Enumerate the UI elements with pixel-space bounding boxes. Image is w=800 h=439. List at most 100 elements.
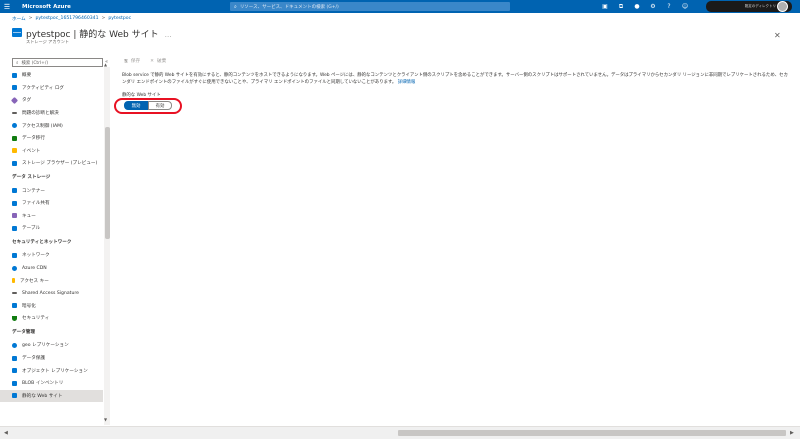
sidebar-item-geo-replication[interactable]: geo レプリケーション — [0, 339, 103, 352]
sidebar-item-static-website[interactable]: 静的な Web サイト — [0, 389, 103, 403]
sidebar-scrollbar-thumb[interactable] — [105, 127, 110, 239]
cdn-icon — [12, 265, 17, 271]
menu-icon[interactable]: ☰ — [0, 3, 14, 11]
sidebar-item-activity-log[interactable]: アクティビティ ログ — [0, 82, 103, 95]
breadcrumb-resource-group[interactable]: pytestpoc_1651796460341 — [36, 16, 99, 22]
search-placeholder: リソース、サービス、ドキュメントの検索 (G+/) — [239, 4, 339, 10]
scroll-right-icon[interactable]: ▶ — [790, 430, 794, 436]
close-icon[interactable]: ✕ — [774, 31, 781, 40]
wrench-icon — [12, 112, 17, 115]
learn-more-link[interactable]: 詳細情報 — [398, 80, 416, 85]
settings-icon[interactable]: ⚙ — [645, 3, 661, 10]
table-icon — [12, 225, 17, 231]
scroll-down-icon[interactable]: ▼ — [104, 417, 107, 422]
sidebar-scrollbar[interactable] — [104, 67, 110, 425]
sidebar-item-label: データ保護 — [22, 356, 45, 362]
discard-label: 破棄 — [156, 59, 167, 64]
activity-log-icon — [12, 85, 17, 91]
more-options-button[interactable]: … — [165, 31, 172, 39]
sidebar-item-file-shares[interactable]: ファイル共有 — [0, 197, 103, 210]
sidebar-item-containers[interactable]: コンテナー — [0, 184, 103, 197]
sidebar-item-object-replication[interactable]: オブジェクト レプリケーション — [0, 364, 103, 377]
sidebar-search-input[interactable]: ⌕ 検索 (Ctrl+/) — [12, 58, 103, 67]
sidebar-item-networking[interactable]: ネットワーク — [0, 249, 103, 262]
topbar-icons: ▣ ⧉ ● ⚙ ? ☺ — [597, 0, 693, 13]
sidebar-item-label: 問題の診断と解決 — [22, 111, 59, 117]
description-text: Blob service で静的 Web サイトを有効にすると、静的コンテンツを… — [122, 72, 790, 86]
sidebar-item-label: 概要 — [22, 73, 32, 79]
sidebar-item-storage-browser[interactable]: ストレージ ブラウザー (プレビュー) — [0, 157, 103, 170]
help-icon[interactable]: ? — [661, 3, 677, 10]
sidebar-item-access-keys[interactable]: アクセス キー — [0, 274, 103, 287]
data-protection-icon — [12, 355, 17, 361]
directory-filter-icon[interactable]: ⧉ — [613, 3, 629, 11]
tag-icon — [10, 96, 19, 105]
brand-label[interactable]: Microsoft Azure — [22, 4, 182, 10]
sidebar-item-queues[interactable]: キュー — [0, 209, 103, 222]
sidebar-item-data-protection[interactable]: データ保護 — [0, 352, 103, 365]
sidebar-item-label: Azure CDN — [22, 265, 47, 271]
overview-icon — [12, 72, 17, 78]
top-bar: ☰ Microsoft Azure ⌕ リソース、サービス、ドキュメントの検索 … — [0, 0, 800, 13]
sidebar-item-label: ストレージ ブラウザー (プレビュー) — [22, 161, 98, 167]
sidebar-item-label: コンテナー — [22, 188, 45, 194]
link-icon — [12, 292, 17, 295]
save-icon: 🖫 — [124, 59, 128, 64]
blob-inventory-icon — [12, 380, 17, 386]
breadcrumb-home[interactable]: ホーム — [12, 16, 26, 22]
sidebar-section-data-management: データ管理 — [12, 329, 35, 335]
sidebar-item-label: セキュリティ — [22, 316, 50, 322]
sidebar-item-label: テーブル — [22, 226, 41, 232]
horizontal-scrollbar-thumb[interactable] — [398, 430, 786, 436]
horizontal-scrollbar[interactable]: ◀ ▶ — [0, 426, 800, 439]
breadcrumb: ホーム > pytestpoc_1651796460341 > pytestpo… — [12, 16, 131, 22]
sidebar-item-label: 静的な Web サイト — [22, 393, 63, 399]
save-button[interactable]: 🖫 保存 — [124, 57, 140, 65]
sidebar-item-data-migration[interactable]: データ移行 — [0, 132, 103, 145]
sidebar-item-diagnose[interactable]: 問題の診断と解決 — [0, 107, 103, 120]
breadcrumb-current[interactable]: pytestpoc — [108, 16, 131, 22]
page-subtitle: ストレージ アカウント — [26, 39, 70, 44]
data-migration-icon — [12, 135, 17, 141]
sidebar-item-sas[interactable]: Shared Access Signature — [0, 287, 103, 300]
container-icon — [12, 188, 17, 194]
sidebar-item-label: アクティビティ ログ — [22, 85, 65, 91]
avatar[interactable] — [777, 1, 788, 12]
global-search-input[interactable]: ⌕ リソース、サービス、ドキュメントの検索 (G+/) — [230, 2, 510, 11]
sidebar-item-label: BLOB インベントリ — [22, 381, 64, 387]
sidebar-item-blob-inventory[interactable]: BLOB インベントリ — [0, 377, 103, 390]
command-bar: 🖫 保存 ✕ 破棄 — [124, 57, 166, 65]
sidebar-item-label: タグ — [22, 98, 32, 104]
cloud-shell-icon[interactable]: ▣ — [597, 3, 613, 10]
sidebar-item-tags[interactable]: タグ — [0, 94, 103, 107]
feedback-icon[interactable]: ☺ — [677, 3, 693, 10]
sidebar-list: 概要 アクティビティ ログ タグ 問題の診断と解決 アクセス制御 (IAM) デ… — [0, 69, 103, 403]
sidebar-item-overview[interactable]: 概要 — [0, 69, 103, 82]
account-directory: 既定のディレクトリ — [744, 4, 776, 8]
scroll-left-icon[interactable]: ◀ — [4, 430, 8, 436]
description-body: Blob service で静的 Web サイトを有効にすると、静的コンテンツを… — [122, 73, 788, 85]
sidebar-item-iam[interactable]: アクセス制御 (IAM) — [0, 119, 103, 132]
shield-icon — [12, 315, 17, 321]
sidebar-item-azure-cdn[interactable]: Azure CDN — [0, 262, 103, 275]
sidebar-section-data-storage: データ ストレージ — [12, 175, 51, 180]
notifications-icon[interactable]: ● — [629, 3, 645, 10]
sidebar-item-label: Shared Access Signature — [22, 290, 79, 296]
sidebar-item-label: ネットワーク — [22, 253, 50, 259]
queue-icon — [12, 213, 17, 219]
discard-button[interactable]: ✕ 破棄 — [150, 57, 166, 65]
sidebar-item-security[interactable]: セキュリティ — [0, 312, 103, 325]
static-website-icon — [12, 393, 17, 399]
sidebar-item-label: 暗号化 — [22, 303, 36, 309]
sidebar-item-label: アクセス制御 (IAM) — [22, 123, 63, 129]
search-icon: ⌕ — [234, 3, 237, 10]
sidebar-section-security: セキュリティとネットワーク — [12, 239, 72, 245]
sidebar-item-tables[interactable]: テーブル — [0, 222, 103, 235]
highlight-annotation — [114, 98, 182, 114]
storage-browser-icon — [12, 160, 17, 166]
storage-account-icon — [12, 28, 22, 37]
scroll-up-icon[interactable]: ▲ — [104, 62, 107, 67]
sidebar-item-events[interactable]: イベント — [0, 145, 103, 158]
geo-replication-icon — [12, 342, 17, 348]
sidebar-item-encryption[interactable]: 暗号化 — [0, 300, 103, 313]
